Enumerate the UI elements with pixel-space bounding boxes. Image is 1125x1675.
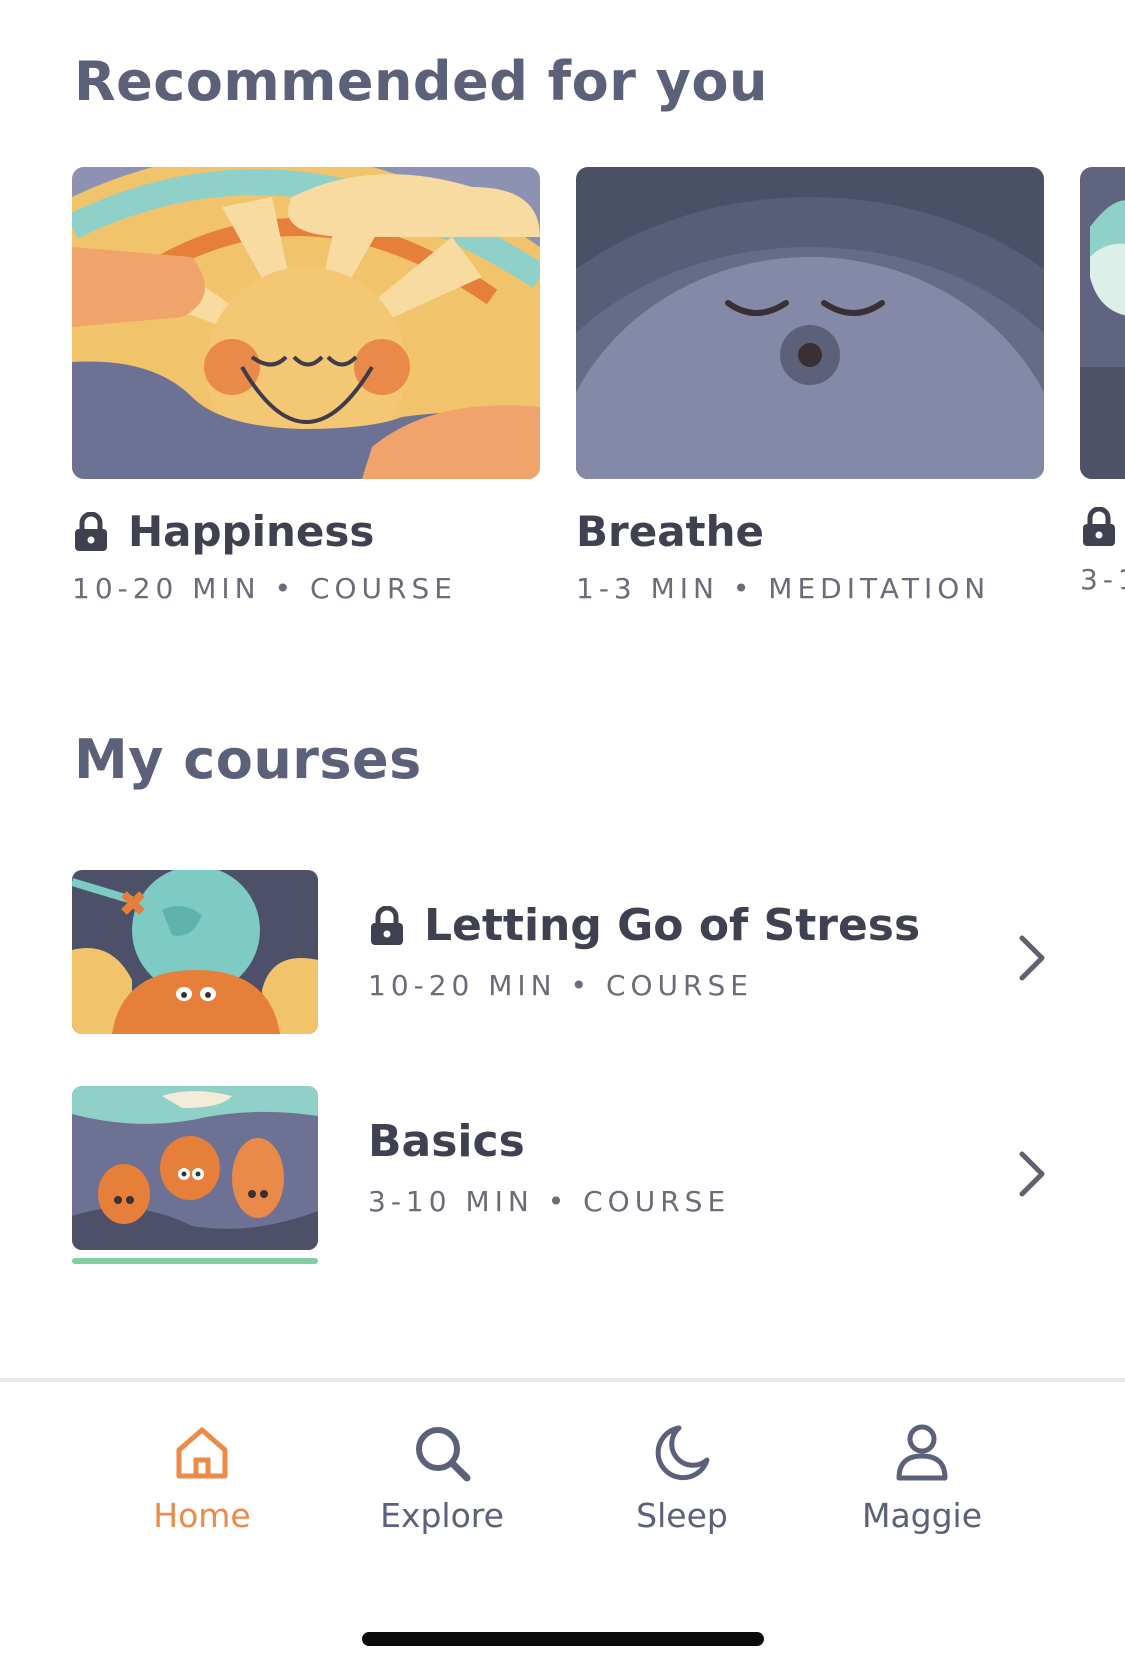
tab-explore[interactable]: Explore: [342, 1422, 542, 1535]
my-courses-heading: My courses: [74, 728, 422, 791]
course-title: Basics: [368, 1116, 525, 1167]
chevron-right-icon[interactable]: [1012, 928, 1052, 988]
recommended-carousel[interactable]: Happiness 10-20 MIN • COURSE Breathe 1-3…: [72, 167, 1125, 637]
tab-label: Explore: [380, 1496, 504, 1535]
lock-icon: [371, 905, 403, 945]
course-row-basics[interactable]: Basics 3-10 MIN • COURSE: [72, 1086, 1052, 1264]
course-progress-bar: [72, 1258, 318, 1264]
lock-icon: [1083, 507, 1115, 546]
tab-profile[interactable]: Maggie: [822, 1422, 1022, 1535]
course-meta: 10-20 MIN • COURSE: [368, 969, 753, 1002]
basics-illustration: [72, 1086, 318, 1250]
home-icon: [176, 1427, 228, 1479]
tab-label: Maggie: [861, 1496, 983, 1535]
search-icon: [416, 1427, 471, 1482]
tab-sleep[interactable]: Sleep: [582, 1422, 782, 1535]
bottom-tab-bar: Home Explore Sleep Maggie: [0, 1378, 1125, 1675]
card-meta: 10-20 MIN • COURSE: [72, 572, 457, 605]
recommended-card-happiness[interactable]: Happiness 10-20 MIN • COURSE: [72, 167, 540, 605]
chevron-right-icon[interactable]: [1012, 1144, 1052, 1204]
recommended-heading: Recommended for you: [74, 50, 768, 113]
tab-home[interactable]: Home: [102, 1422, 302, 1535]
tab-label: Sleep: [636, 1496, 728, 1535]
card-title: Happiness: [128, 507, 375, 556]
course-row-letting-go-of-stress[interactable]: Letting Go of Stress 10-20 MIN • COURSE: [72, 870, 1052, 1042]
course-title: Letting Go of Stress: [424, 900, 921, 951]
breathe-illustration: [576, 167, 1044, 479]
home-indicator[interactable]: [362, 1632, 764, 1646]
recommended-card-partial[interactable]: 3-1: [1080, 167, 1125, 596]
card-meta: 3-1: [1080, 563, 1125, 596]
letting-go-illustration: [72, 870, 318, 1034]
happiness-illustration: [72, 167, 540, 479]
moon-icon: [655, 1425, 710, 1481]
tab-label: Home: [153, 1496, 251, 1535]
lock-icon: [75, 511, 107, 551]
profile-icon: [896, 1424, 948, 1481]
partial-card-illustration: [1080, 167, 1125, 479]
card-title: Breathe: [576, 507, 765, 556]
card-meta: 1-3 MIN • MEDITATION: [576, 572, 991, 605]
recommended-card-breathe[interactable]: Breathe 1-3 MIN • MEDITATION: [576, 167, 1044, 605]
course-meta: 3-10 MIN • COURSE: [368, 1185, 731, 1218]
